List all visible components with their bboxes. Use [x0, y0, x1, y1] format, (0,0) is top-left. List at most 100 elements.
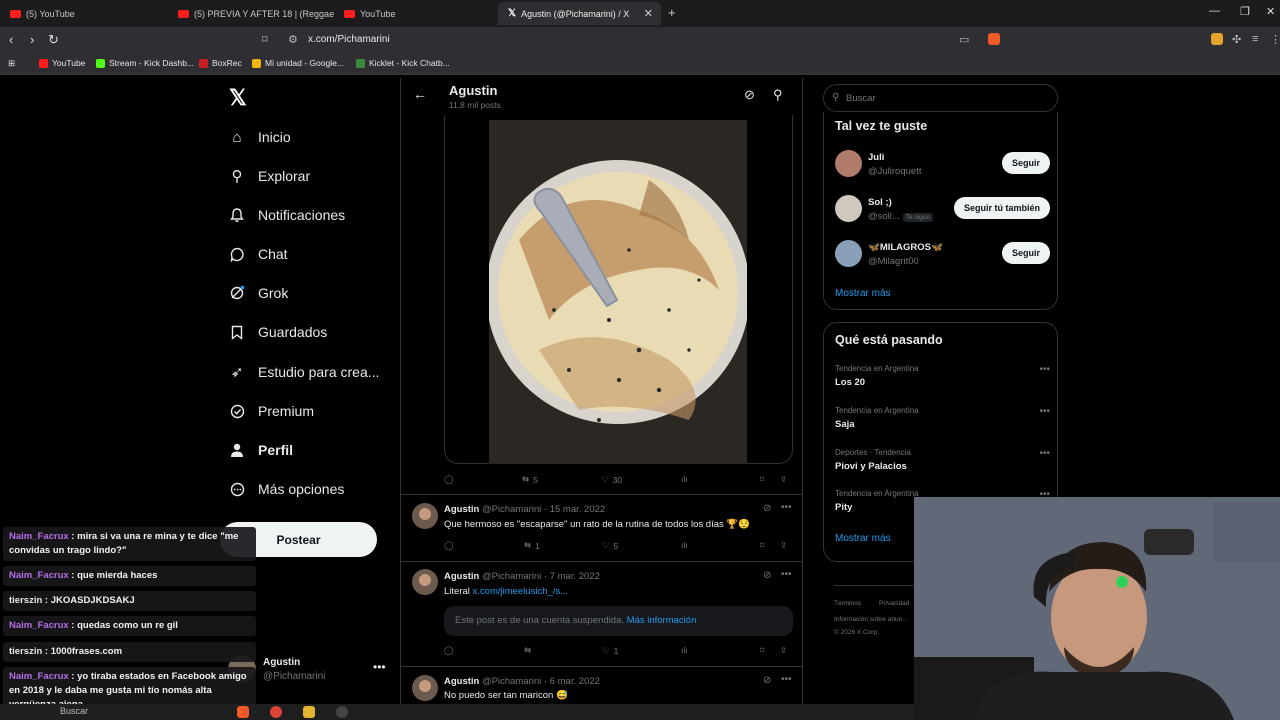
trend-item[interactable]: Tendencia en Argentina Los 20 •••	[835, 364, 1050, 388]
forward-icon[interactable]: ›	[30, 32, 34, 47]
more-horizontal-icon[interactable]: •••	[1039, 448, 1050, 459]
account-name[interactable]: Agustin	[263, 657, 300, 668]
extension-icon[interactable]	[1211, 33, 1223, 45]
taskbar-search[interactable]: Buscar	[60, 706, 88, 716]
footer-ads-info-link[interactable]: Información sobre anun...	[834, 616, 908, 623]
reload-icon[interactable]: ↻	[48, 32, 59, 48]
sidebar-icon[interactable]: ≡	[1252, 33, 1258, 45]
more-horizontal-icon[interactable]: •••	[781, 502, 792, 513]
minimize-icon[interactable]: —	[1209, 5, 1220, 17]
browser-tab[interactable]: YouTube	[334, 2, 498, 25]
follow-suggestion[interactable]: 🦋MILAGROS🦋 @Milagrit00 Seguir	[835, 240, 1050, 270]
search-icon[interactable]: ⚲	[773, 87, 783, 103]
new-tab-icon[interactable]: +	[668, 5, 676, 20]
more-horizontal-icon[interactable]: •••	[781, 674, 792, 685]
like-button[interactable]: ♡ 1	[602, 645, 618, 656]
apps-grid-icon[interactable]: ⊞	[8, 58, 15, 69]
grok-icon[interactable]: ⊘	[744, 87, 755, 103]
close-icon[interactable]: ✕	[644, 7, 653, 20]
obs-icon[interactable]	[336, 706, 348, 718]
bookmark-icon[interactable]: ⌑	[760, 474, 764, 485]
more-info-link[interactable]: Más información	[627, 615, 697, 626]
post-image[interactable]	[489, 120, 747, 464]
brave-shield-icon[interactable]	[988, 33, 1000, 45]
nav-item-premium[interactable]: Premium	[228, 402, 314, 420]
nav-item-more[interactable]: Más opciones	[228, 480, 344, 498]
cast-icon[interactable]: ▭	[959, 33, 969, 46]
repost-icon[interactable]: ⇆	[524, 645, 531, 656]
bookmark-icon[interactable]: ⌑	[760, 540, 764, 551]
share-icon[interactable]: ⇪	[780, 540, 787, 551]
menu-icon[interactable]: ⋮	[1270, 33, 1280, 46]
like-button[interactable]: ♡ 5	[602, 540, 618, 551]
nav-item-explore[interactable]: ⚲ Explorar	[228, 167, 311, 185]
reply-icon[interactable]: ◯	[444, 474, 454, 485]
avatar[interactable]	[412, 503, 438, 529]
tweet-link[interactable]: x.com/jimeelusich_/s...	[473, 586, 569, 597]
views-icon[interactable]: ılı	[681, 540, 688, 550]
avatar[interactable]	[835, 195, 862, 222]
url-field[interactable]: x.com/Pichamarini	[308, 34, 390, 45]
more-horizontal-icon[interactable]: •••	[1039, 406, 1050, 417]
search-input[interactable]: ⚲ Buscar	[823, 84, 1058, 112]
close-window-icon[interactable]: ✕	[1266, 5, 1275, 18]
site-info-icon[interactable]: ⚙	[288, 33, 298, 46]
bookmark-google-drive[interactable]: Mi unidad - Google...	[252, 58, 344, 68]
avatar[interactable]	[412, 569, 438, 595]
extensions-puzzle-icon[interactable]: ✣	[1232, 33, 1241, 46]
brave-icon[interactable]	[237, 706, 249, 718]
nav-item-grok[interactable]: Grok	[228, 284, 288, 302]
trend-item[interactable]: Deportes · Tendencia Piovi y Palacios ••…	[835, 448, 1050, 472]
avatar[interactable]	[835, 150, 862, 177]
browser-tab[interactable]: (5) PREVIA Y AFTER 18 | (Reggaeton	[168, 2, 334, 25]
tweet-author[interactable]: Agustin @Pichamarini · 6 mar. 2022	[444, 676, 600, 687]
avatar[interactable]	[412, 675, 438, 701]
browser-tab[interactable]: (5) YouTube	[0, 2, 168, 25]
views-icon[interactable]: ılı	[681, 645, 688, 655]
chrome-icon[interactable]	[270, 706, 282, 718]
reply-icon[interactable]: ◯	[444, 540, 454, 551]
follow-button[interactable]: Seguir	[1001, 242, 1050, 264]
tweet-author[interactable]: Agustin @Pichamarini · 15 mar. 2022	[444, 504, 605, 515]
bookmark-kicklet[interactable]: Kicklet - Kick Chatb...	[356, 58, 450, 68]
follow-button[interactable]: Seguir	[1001, 152, 1050, 174]
repost-button[interactable]: ⇆ 5	[522, 474, 538, 485]
nav-item-profile[interactable]: Perfil	[228, 441, 293, 459]
more-horizontal-icon[interactable]: •••	[1039, 364, 1050, 375]
bookmark-youtube[interactable]: YouTube	[39, 58, 85, 68]
folder-icon[interactable]	[303, 706, 315, 718]
share-icon[interactable]: ⇪	[780, 645, 787, 656]
grok-icon[interactable]: ⊘	[763, 503, 771, 514]
follow-suggestion[interactable]: Juli @Juliroquett Seguir	[835, 150, 1050, 180]
bookmark-boxrec[interactable]: BoxRec	[199, 58, 242, 68]
tweet-author[interactable]: Agustin @Pichamarini · 7 mar. 2022	[444, 571, 600, 582]
reply-icon[interactable]: ◯	[444, 645, 454, 656]
nav-item-notifications[interactable]: Notificaciones	[228, 206, 345, 224]
bookmark-icon[interactable]: ⌑	[760, 645, 764, 656]
repost-button[interactable]: ⇆ 1	[524, 540, 540, 551]
back-icon[interactable]: ‹	[9, 32, 13, 47]
show-more-link[interactable]: Mostrar más	[835, 533, 891, 544]
footer-privacy-link[interactable]: Privacidad	[879, 600, 909, 607]
avatar[interactable]	[835, 240, 862, 267]
back-arrow-icon[interactable]: ←	[413, 86, 427, 102]
nav-item-bookmarks[interactable]: Guardados	[228, 323, 327, 341]
nav-item-chat[interactable]: Chat	[228, 245, 288, 263]
grok-icon[interactable]: ⊘	[763, 675, 771, 686]
x-logo-icon[interactable]: 𝕏	[229, 85, 247, 111]
show-more-link[interactable]: Mostrar más	[835, 288, 891, 299]
follow-suggestion[interactable]: Sol ;) @soll... Te sigue Seguir tú tambié…	[835, 195, 1050, 225]
nav-item-home[interactable]: ⌂ Inicio	[228, 128, 290, 146]
browser-tab-active[interactable]: 𝕏 Agustin (@Pichamarini) / X ✕	[498, 2, 661, 25]
grok-icon[interactable]: ⊘	[763, 570, 771, 581]
more-horizontal-icon[interactable]: •••	[373, 660, 386, 674]
follow-back-button[interactable]: Seguir tú también	[953, 197, 1050, 219]
bookmark-kick-dashboard[interactable]: Stream - Kick Dashb...	[96, 58, 194, 68]
more-horizontal-icon[interactable]: •••	[781, 569, 792, 580]
share-icon[interactable]: ⇪	[780, 474, 787, 485]
restore-icon[interactable]: ❐	[1240, 5, 1250, 18]
like-button[interactable]: ♡ 30	[601, 474, 622, 485]
nav-item-creator-studio[interactable]: ➶ Estudio para crea...	[228, 363, 380, 381]
footer-terms-link[interactable]: Términos	[834, 600, 861, 607]
views-icon[interactable]: ılı	[681, 474, 688, 484]
